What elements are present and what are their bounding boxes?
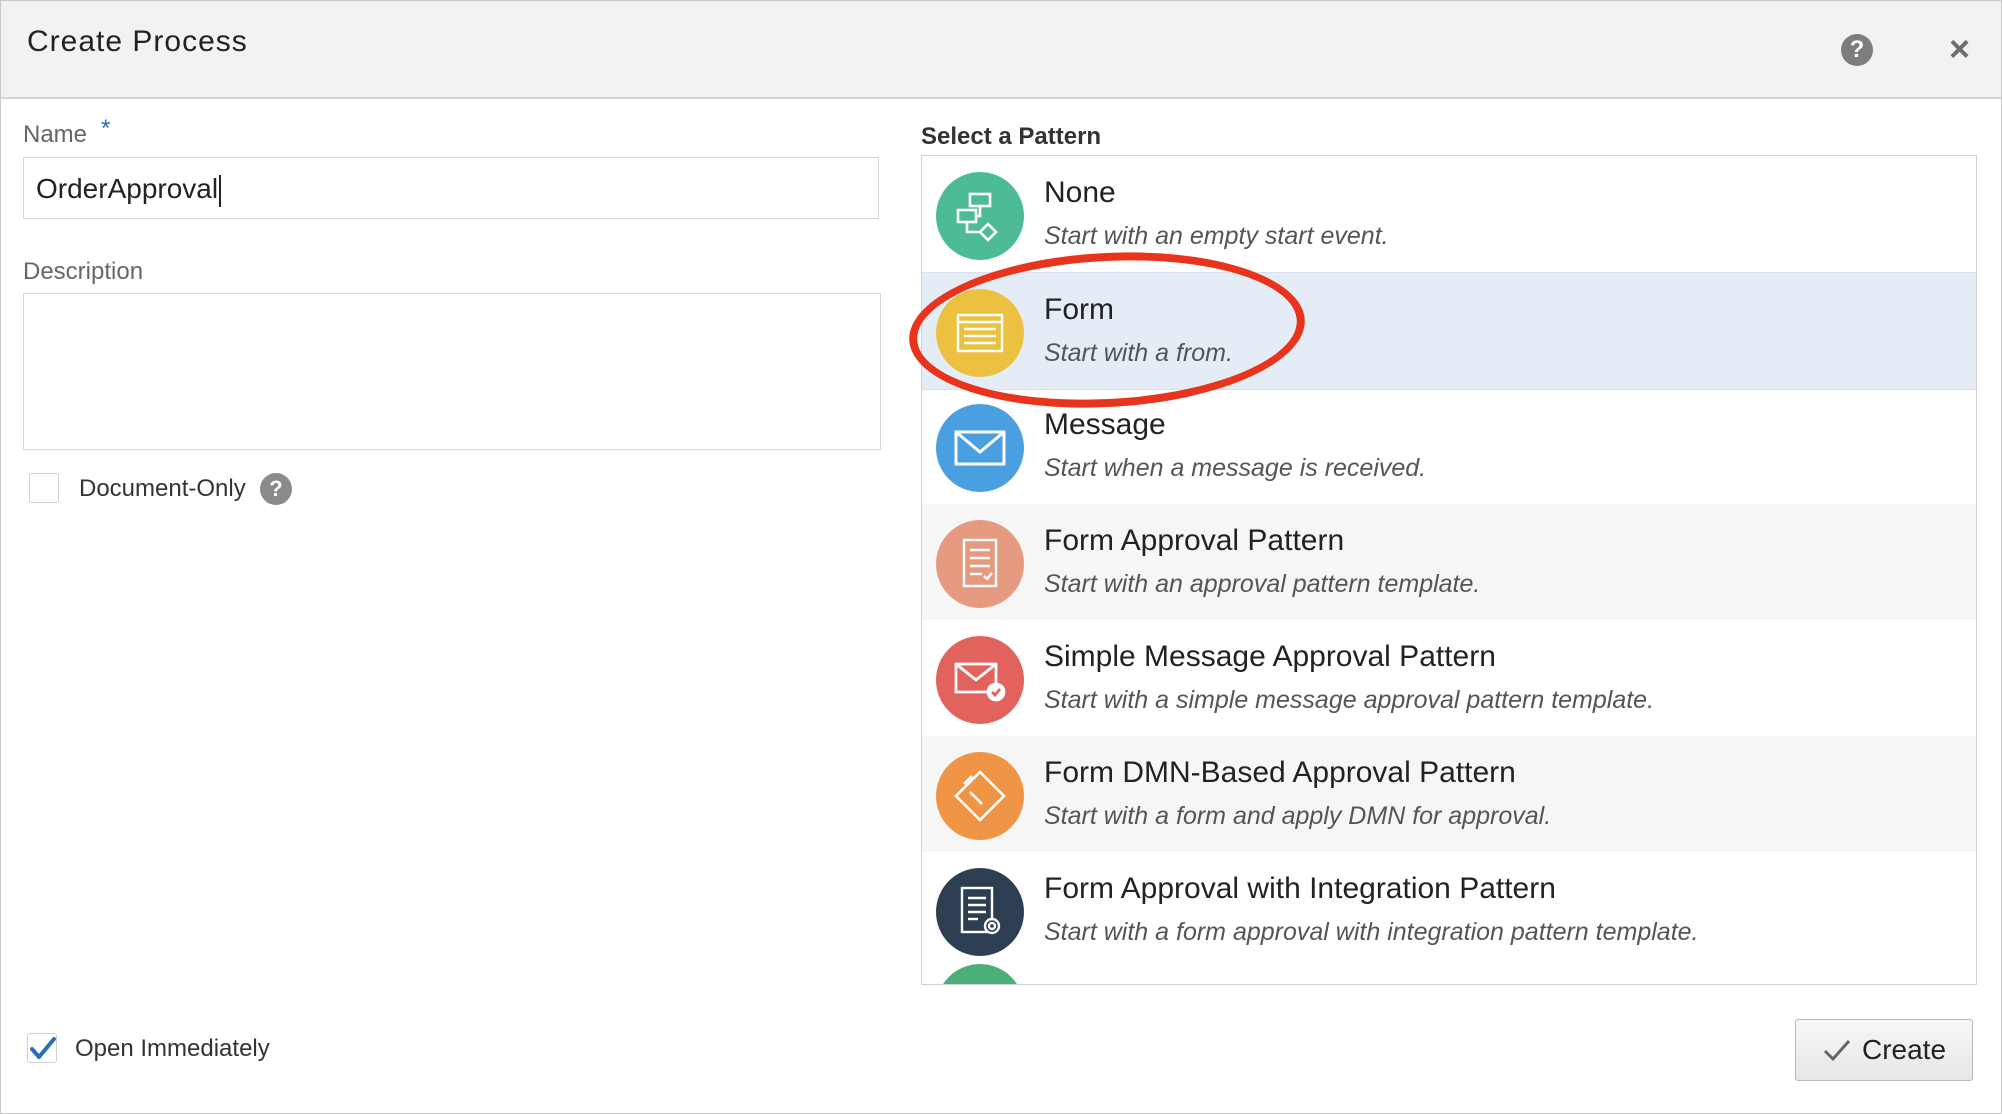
pattern-title: Simple Message Approval Pattern (1044, 640, 1496, 673)
checklist-icon (936, 520, 1024, 608)
pattern-heading: Select a Pattern (921, 123, 1102, 150)
document-gear-icon (936, 868, 1024, 956)
checkmark-icon (1823, 1040, 1851, 1062)
dialog-header: Create Process ? × (1, 1, 2001, 99)
pattern-description: Start when a message is received. (1044, 454, 1427, 482)
close-icon[interactable]: × (1949, 29, 1970, 69)
open-immediately-label: Open Immediately (75, 1035, 270, 1062)
help-icon[interactable]: ? (1841, 34, 1873, 66)
create-process-dialog: Create Process ? × Name * OrderApproval … (0, 0, 2002, 1114)
open-immediately-checkbox[interactable] (27, 1033, 57, 1063)
create-button-label: Create (1861, 1034, 1947, 1065)
pattern-description: Start with an approval pattern template. (1044, 570, 1481, 598)
name-label: Name (23, 121, 88, 148)
pattern-item-form-approval-integration[interactable]: Form Approval with Integration Pattern S… (922, 852, 1976, 968)
create-button[interactable]: Create (1795, 1019, 1973, 1081)
document-only-help-icon[interactable]: ? (260, 473, 292, 505)
pattern-description: Start with a form approval with integrat… (1044, 918, 1699, 946)
checkmark-icon (30, 1037, 56, 1059)
pattern-description: Start with an empty start event. (1044, 222, 1389, 250)
name-input-value: OrderApproval (36, 173, 219, 204)
dialog-title: Create Process (27, 25, 248, 58)
name-input[interactable]: OrderApproval (23, 157, 879, 219)
pattern-title: None (1044, 176, 1116, 209)
document-only-label: Document-Only (79, 475, 246, 502)
flow-diagram-icon (936, 172, 1024, 260)
pattern-item-form-approval[interactable]: Form Approval Pattern Start with an appr… (922, 504, 1976, 620)
description-label: Description (23, 258, 144, 285)
pattern-title: Form Approval Pattern (1044, 524, 1345, 557)
envelope-icon (936, 404, 1024, 492)
required-marker: * (101, 115, 111, 142)
description-textarea[interactable] (23, 293, 881, 450)
pattern-title: Form DMN-Based Approval Pattern (1044, 756, 1516, 789)
pattern-title: Message (1044, 408, 1166, 441)
diamond-icon (936, 752, 1024, 840)
pattern-item-form-dmn-approval[interactable]: Form DMN-Based Approval Pattern Start wi… (922, 736, 1976, 852)
pattern-description: Start with a simple message approval pat… (1044, 686, 1655, 714)
envelope-check-icon (936, 636, 1024, 724)
text-caret (219, 174, 222, 207)
document-only-checkbox[interactable] (29, 473, 59, 503)
pattern-title: Form Approval with Integration Pattern (1044, 872, 1556, 905)
pattern-item-simple-message-approval[interactable]: Simple Message Approval Pattern Start wi… (922, 620, 1976, 736)
pattern-description: Start with a form and apply DMN for appr… (1044, 802, 1552, 830)
